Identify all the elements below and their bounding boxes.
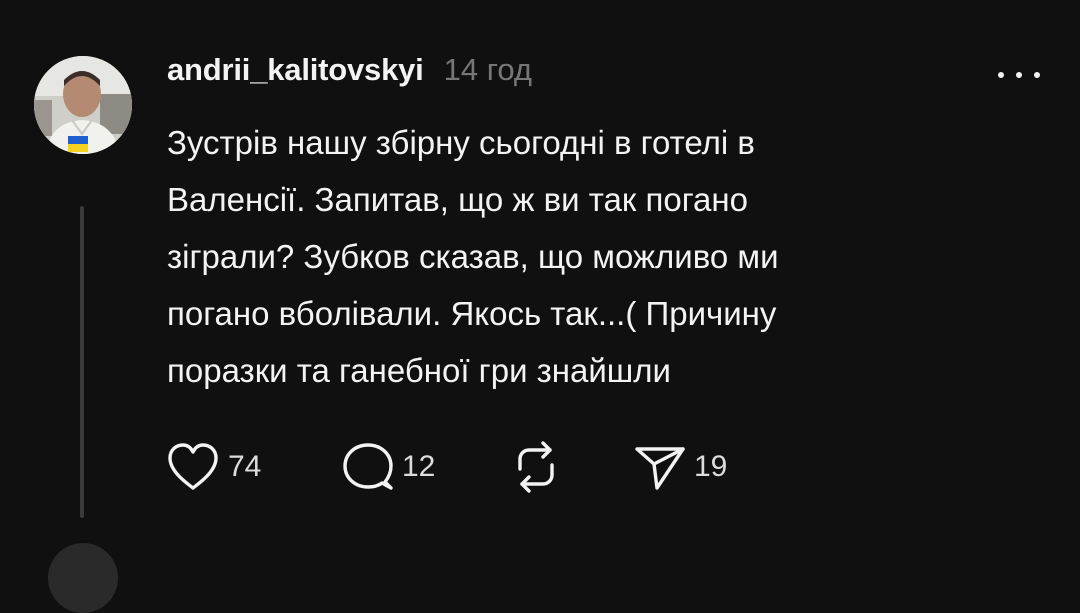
avatar[interactable] <box>34 56 132 154</box>
timestamp: 14 год <box>443 52 532 87</box>
more-horizontal-icon <box>1016 72 1022 78</box>
comment-icon <box>343 443 393 490</box>
thread-line <box>80 206 84 518</box>
reply-count: 12 <box>402 450 436 483</box>
share-button[interactable]: 19 <box>632 437 727 497</box>
repost-icon <box>518 441 554 493</box>
repost-button[interactable] <box>506 437 566 497</box>
thread-post: andrii_kalitovskyi 14 год Зустрів нашу з… <box>0 0 1080 613</box>
more-horizontal-icon <box>1034 72 1040 78</box>
username[interactable]: andrii_kalitovskyi <box>167 52 424 88</box>
send-icon <box>635 447 685 490</box>
like-count: 74 <box>228 450 262 483</box>
more-options-button[interactable] <box>998 62 1040 88</box>
like-button[interactable]: 74 <box>164 437 261 497</box>
more-horizontal-icon <box>998 72 1004 78</box>
share-count: 19 <box>694 450 728 483</box>
reply-button[interactable]: 12 <box>340 437 435 497</box>
post-header: andrii_kalitovskyi 14 год <box>167 52 532 96</box>
post-text: Зустрів нашу збірну сьогодні в готелі в … <box>167 124 779 389</box>
heart-icon <box>168 443 218 490</box>
next-post-avatar[interactable] <box>48 543 118 613</box>
avatar-photo <box>34 56 132 154</box>
